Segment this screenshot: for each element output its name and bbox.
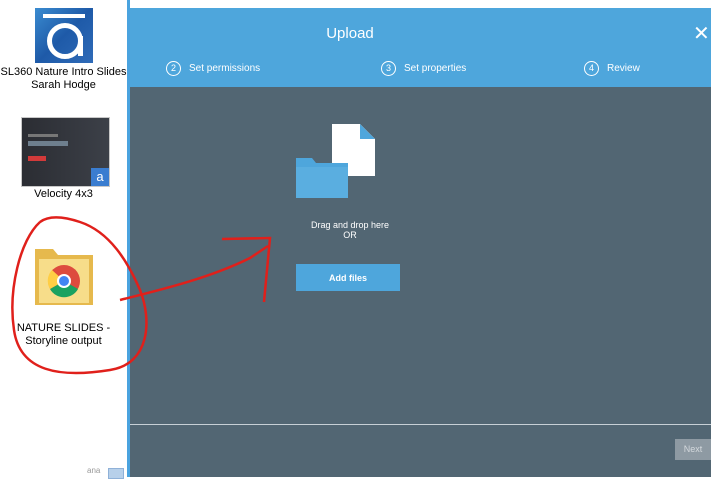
desktop-item-velocity[interactable]: Velocity 4x3	[0, 188, 127, 201]
next-button[interactable]: Next	[675, 439, 711, 460]
presentation-thumbnail-icon[interactable]: a	[21, 117, 110, 187]
thumb-button	[28, 156, 46, 161]
view-label: ana	[87, 466, 101, 475]
footer-divider	[130, 424, 711, 425]
icon-macron	[43, 14, 85, 18]
upload-dialog: Upload ✕ 2 Set permissions 3 Set propert…	[130, 8, 711, 477]
view-toggle-button[interactable]	[108, 468, 124, 479]
thumb-line	[28, 141, 68, 146]
chrome-folder-icon[interactable]	[33, 237, 95, 307]
desktop-item-label: NATURE SLIDES - Storyline output	[16, 322, 111, 347]
add-files-button[interactable]: Add files	[296, 264, 400, 291]
step-number: 4	[584, 61, 599, 76]
step-review[interactable]: 4 Review	[584, 61, 640, 76]
step-number: 3	[381, 61, 396, 76]
step-label: Review	[607, 63, 640, 74]
step-set-permissions[interactable]: 2 Set permissions	[166, 61, 260, 76]
desktop-item-sl360[interactable]: SL360 Nature Intro Slides Sarah Hodge	[0, 66, 127, 92]
step-number: 2	[166, 61, 181, 76]
step-label: Set properties	[404, 63, 467, 74]
icon-letter-a	[47, 23, 83, 59]
step-set-properties[interactable]: 3 Set properties	[381, 61, 466, 76]
dialog-title: Upload	[326, 25, 374, 42]
desktop-item-label: Velocity 4x3	[34, 188, 93, 200]
desktop-item-nature-slides[interactable]: NATURE SLIDES - Storyline output	[0, 322, 127, 348]
step-label: Set permissions	[189, 63, 261, 74]
desktop-panel: SL360 Nature Intro Slides Sarah Hodge a …	[0, 0, 127, 479]
articulate-badge-icon: a	[91, 168, 109, 186]
close-icon[interactable]: ✕	[693, 22, 711, 46]
drop-text-or: OR	[343, 230, 357, 240]
drop-text-line: Drag and drop here	[310, 220, 390, 230]
dialog-header: Upload ✕ 2 Set permissions 3 Set propert…	[130, 8, 711, 87]
folder-file-icon	[296, 124, 375, 198]
articulate-360-icon[interactable]	[35, 8, 93, 63]
desktop-item-label: SL360 Nature Intro Slides Sarah Hodge	[0, 66, 127, 91]
drop-zone-text[interactable]: Drag and drop here OR	[300, 220, 400, 240]
thumb-line	[28, 134, 58, 137]
